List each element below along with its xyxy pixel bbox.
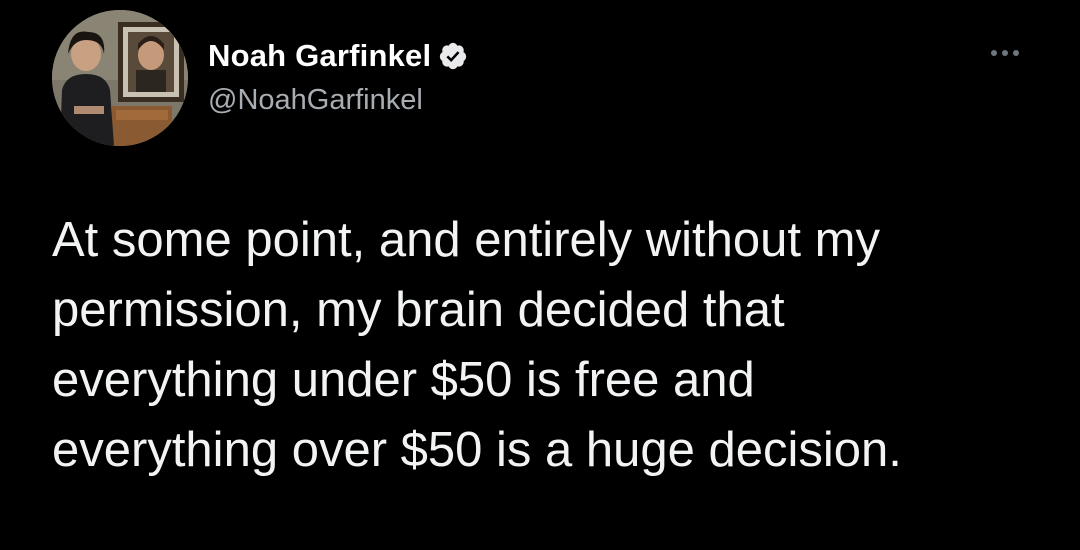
dot <box>991 50 997 56</box>
verified-badge-icon <box>438 41 468 71</box>
more-options-icon <box>991 50 1019 56</box>
profile-photo-icon <box>52 10 188 146</box>
dot <box>1013 50 1019 56</box>
name-row: Noah Garfinkel <box>208 34 468 78</box>
dot <box>1002 50 1008 56</box>
avatar[interactable] <box>52 10 188 146</box>
tweet-text: At some point, and entirely without my p… <box>52 213 902 477</box>
user-info: Noah Garfinkel @NoahGarfinkel <box>208 34 468 117</box>
handle[interactable]: @NoahGarfinkel <box>208 84 468 117</box>
tweet-card: Noah Garfinkel @NoahGarfinkel At some po… <box>0 0 1080 550</box>
more-options-button[interactable] <box>982 38 1028 68</box>
display-name[interactable]: Noah Garfinkel <box>208 38 431 74</box>
